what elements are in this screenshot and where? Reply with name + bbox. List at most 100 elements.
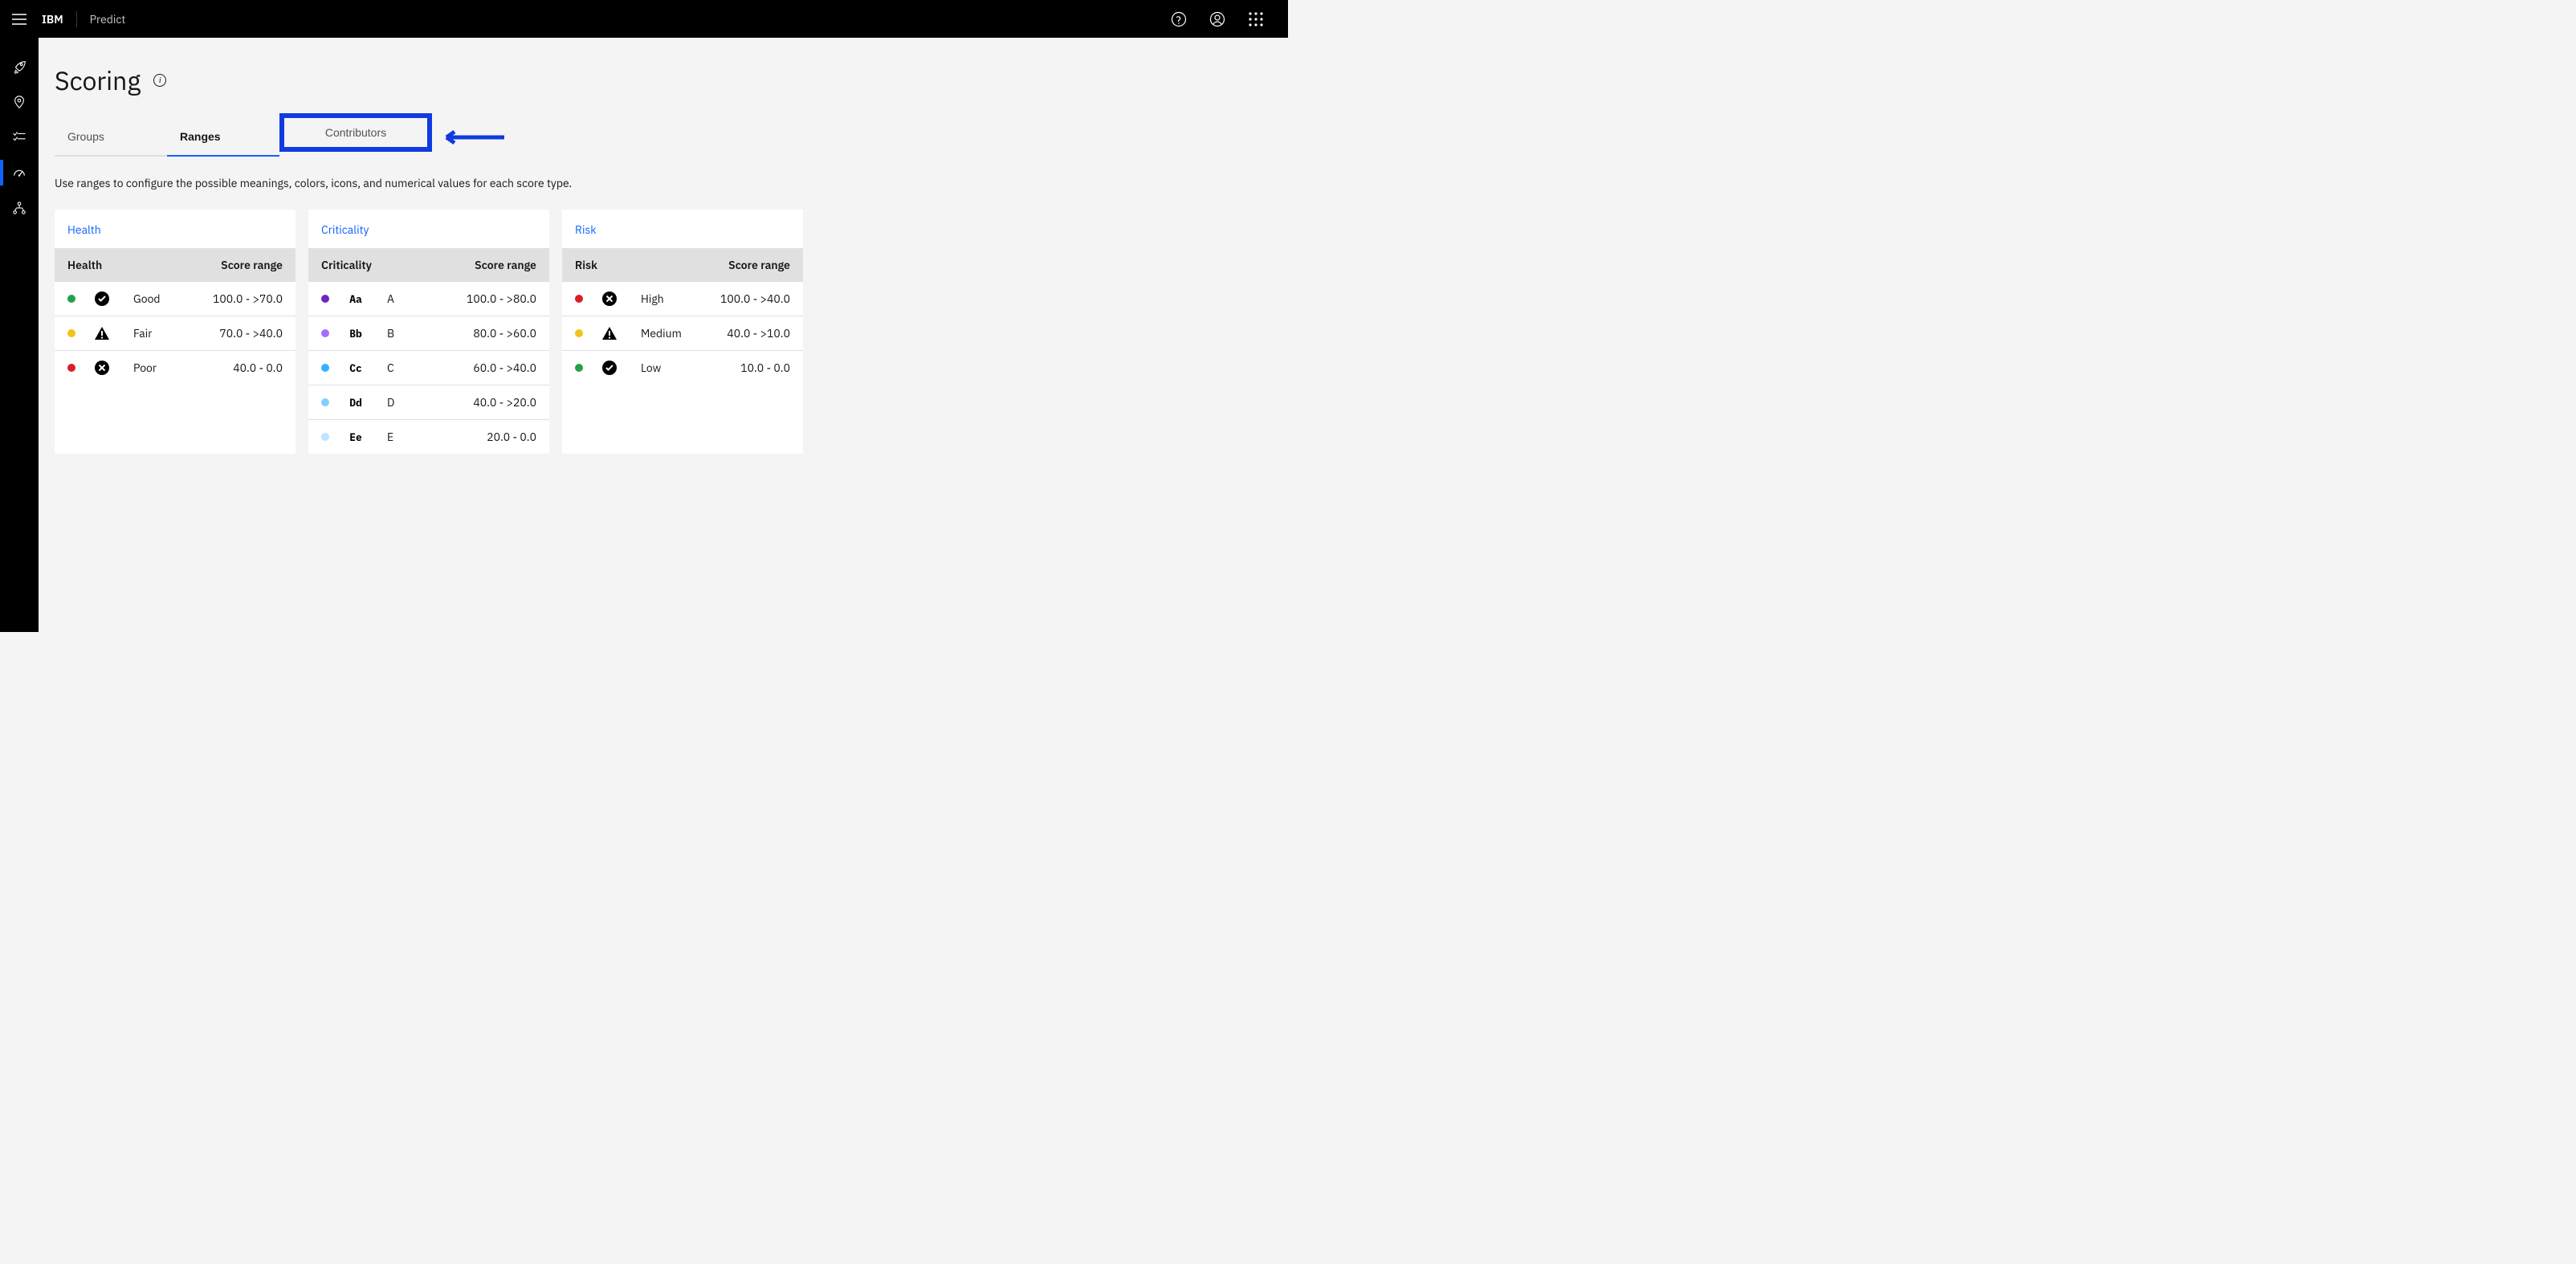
status-dot [321, 295, 329, 303]
rocket-icon [12, 59, 26, 74]
row-range: 40.0 - >10.0 [727, 326, 790, 340]
row-label: D [387, 395, 473, 410]
row-range: 80.0 - >60.0 [473, 326, 536, 340]
nav-item-3[interactable] [0, 124, 39, 150]
warning-icon [601, 324, 618, 342]
row-range: 100.0 - >70.0 [213, 292, 283, 306]
table-row: Ee E 20.0 - 0.0 [308, 420, 549, 454]
help-icon [1171, 11, 1187, 27]
table-row: Medium 40.0 - >10.0 [562, 316, 803, 351]
col-header-range: Score range [221, 258, 283, 272]
row-range: 100.0 - >40.0 [720, 292, 790, 306]
product-label: Predict [77, 12, 126, 27]
location-icon [12, 95, 26, 109]
status-dot [67, 364, 75, 372]
main-content: Scoring i Groups Ranges Contributors Use… [39, 38, 1288, 632]
menu-button[interactable] [0, 0, 39, 38]
table-head: Risk Score range [562, 248, 803, 282]
brand-label: IBM [39, 11, 77, 27]
letter-icon: Dd [347, 393, 365, 411]
table-row: Cc C 60.0 - >40.0 [308, 351, 549, 385]
side-nav [0, 38, 39, 632]
row-label: C [387, 361, 473, 375]
status-dot [575, 295, 583, 303]
table-row: Good 100.0 - >70.0 [55, 282, 296, 316]
row-range: 10.0 - 0.0 [740, 361, 790, 375]
tab-ranges[interactable]: Ranges [167, 118, 279, 157]
status-dot [575, 364, 583, 372]
nav-item-scoring[interactable] [0, 160, 39, 186]
tab-contributors[interactable]: Contributors [279, 113, 432, 152]
col-header-name: Risk [575, 258, 728, 272]
row-label: Fair [133, 326, 219, 340]
status-dot [321, 398, 329, 406]
letter-icon: Ee [347, 428, 365, 446]
card-criticality: Criticality Criticality Score range Aa A… [308, 210, 549, 454]
arrow-left-icon [440, 129, 504, 145]
table-row: Bb B 80.0 - >60.0 [308, 316, 549, 351]
card-title-health[interactable]: Health [55, 210, 296, 248]
status-dot [67, 329, 75, 337]
cross-icon [93, 359, 111, 377]
card-health: Health Health Score range Good 100.0 - >… [55, 210, 296, 454]
page-title: Scoring [55, 63, 141, 97]
row-range: 60.0 - >40.0 [473, 361, 536, 375]
col-header-name: Criticality [321, 258, 475, 272]
row-label: A [387, 292, 467, 306]
row-range: 70.0 - >40.0 [219, 326, 283, 340]
row-range: 40.0 - 0.0 [233, 361, 283, 375]
cross-icon [601, 290, 618, 308]
row-range: 20.0 - 0.0 [487, 430, 536, 444]
tabs: Groups Ranges Contributors [55, 118, 1275, 157]
row-label: High [641, 292, 720, 306]
table-row: Aa A 100.0 - >80.0 [308, 282, 549, 316]
table-row: Fair 70.0 - >40.0 [55, 316, 296, 351]
nav-item-1[interactable] [0, 54, 39, 80]
annotation-arrow [440, 118, 504, 157]
app-switcher-button[interactable] [1237, 0, 1275, 38]
table-head: Health Score range [55, 248, 296, 282]
row-range: 40.0 - >20.0 [473, 395, 536, 410]
meter-icon [12, 165, 26, 180]
user-button[interactable] [1198, 0, 1237, 38]
row-label: Poor [133, 361, 233, 375]
letter-icon: Bb [347, 324, 365, 342]
help-button[interactable] [1160, 0, 1198, 38]
checklist-icon [12, 130, 26, 145]
hierarchy-icon [12, 201, 26, 215]
global-header: IBM Predict [0, 0, 1288, 38]
col-header-range: Score range [475, 258, 536, 272]
app-grid-icon [1249, 12, 1263, 27]
table-row: Dd D 40.0 - >20.0 [308, 385, 549, 420]
status-dot [321, 364, 329, 372]
cards-container: Health Health Score range Good 100.0 - >… [55, 210, 1275, 454]
status-dot [321, 433, 329, 441]
nav-item-2[interactable] [0, 89, 39, 115]
card-risk: Risk Risk Score range High 100.0 - >40.0… [562, 210, 803, 454]
status-dot [575, 329, 583, 337]
row-label: Medium [641, 326, 727, 340]
info-icon[interactable]: i [153, 74, 166, 87]
hamburger-icon [12, 14, 26, 25]
col-header-range: Score range [728, 258, 790, 272]
nav-item-5[interactable] [0, 195, 39, 221]
check-icon [93, 290, 111, 308]
letter-icon: Cc [347, 359, 365, 377]
table-row: Poor 40.0 - 0.0 [55, 351, 296, 385]
letter-icon: Aa [347, 290, 365, 308]
check-icon [601, 359, 618, 377]
col-header-name: Health [67, 258, 221, 272]
status-dot [67, 295, 75, 303]
tab-groups[interactable]: Groups [55, 118, 167, 157]
card-title-criticality[interactable]: Criticality [308, 210, 549, 248]
table-head: Criticality Score range [308, 248, 549, 282]
table-row: Low 10.0 - 0.0 [562, 351, 803, 385]
table-row: High 100.0 - >40.0 [562, 282, 803, 316]
row-label: E [387, 430, 487, 444]
row-label: B [387, 326, 473, 340]
row-label: Good [133, 292, 213, 306]
row-label: Low [641, 361, 740, 375]
warning-icon [93, 324, 111, 342]
status-dot [321, 329, 329, 337]
card-title-risk[interactable]: Risk [562, 210, 803, 248]
